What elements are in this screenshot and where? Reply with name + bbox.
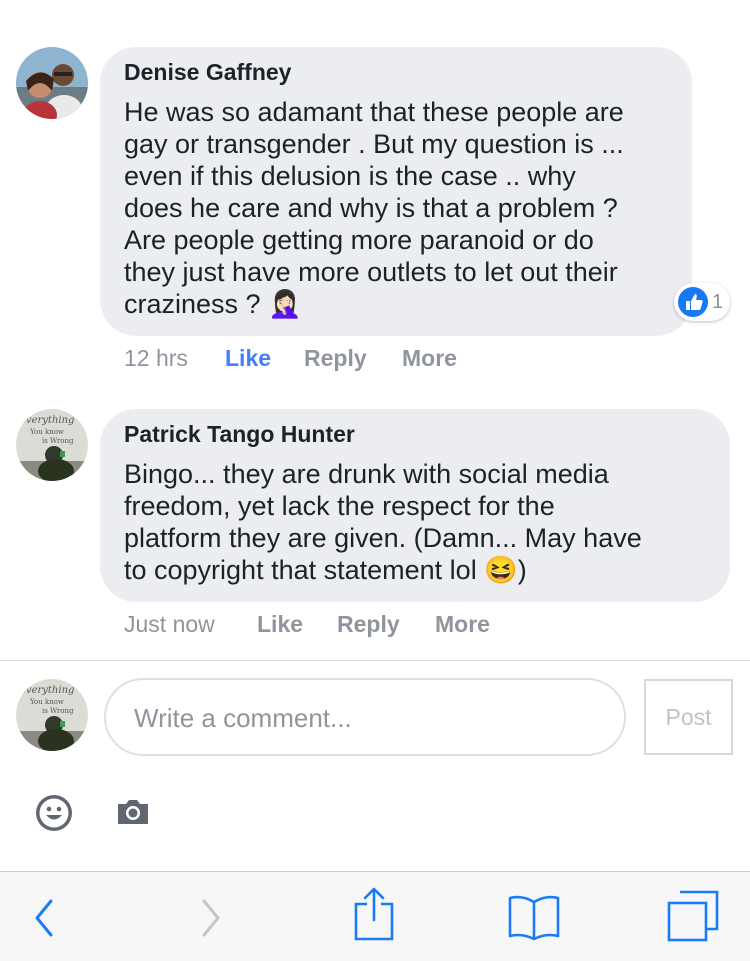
avatar-graffiti: You know bbox=[29, 698, 64, 706]
avatar-graffiti: is Wrong bbox=[42, 437, 74, 445]
comment-timestamp[interactable]: Just now bbox=[124, 611, 215, 638]
comment-line: they just have more outlets to let out t… bbox=[124, 257, 618, 287]
composer-avatar: everything You know is Wrong bbox=[16, 679, 88, 751]
comment-text: He was so adamant that these people are … bbox=[124, 96, 672, 320]
reaction-badge[interactable]: 1 bbox=[674, 283, 730, 321]
avatar-photo: everything You know is Wrong bbox=[16, 679, 88, 751]
thumbs-up-icon bbox=[678, 287, 708, 317]
comment-line: platform they are given. (Damn... May ha… bbox=[124, 523, 642, 553]
like-button[interactable]: Like bbox=[225, 345, 271, 372]
share-icon[interactable] bbox=[353, 886, 395, 942]
chevron-right-icon[interactable] bbox=[199, 898, 223, 938]
smiley-icon[interactable] bbox=[34, 793, 74, 833]
avatar-graffiti: You know bbox=[29, 428, 64, 436]
comment-line: does he care and why is that a problem ? bbox=[124, 193, 618, 223]
avatar-graffiti: everything bbox=[20, 685, 74, 696]
tabs-icon[interactable] bbox=[666, 889, 720, 943]
comment-author[interactable]: Patrick Tango Hunter bbox=[124, 421, 355, 448]
comment-line: gay or transgender . But my question is … bbox=[124, 129, 624, 159]
camera-icon[interactable] bbox=[115, 797, 151, 827]
avatar-graffiti: everything bbox=[20, 415, 74, 426]
comment-line: Bingo... they are drunk with social medi… bbox=[124, 459, 609, 489]
avatar-denise[interactable] bbox=[16, 47, 88, 119]
comment-input-box[interactable] bbox=[104, 678, 626, 756]
post-button[interactable]: Post bbox=[644, 679, 733, 755]
more-button[interactable]: More bbox=[435, 611, 490, 638]
comment-bubble: Denise Gaffney He was so adamant that th… bbox=[100, 47, 692, 336]
comment-line: to copyright that statement lol 😆) bbox=[124, 555, 527, 585]
reply-button[interactable]: Reply bbox=[304, 345, 367, 372]
comment-timestamp[interactable]: 12 hrs bbox=[124, 345, 188, 372]
comment-bubble: Patrick Tango Hunter Bingo... they are d… bbox=[100, 409, 730, 602]
reaction-count: 1 bbox=[712, 291, 724, 313]
comment-input[interactable] bbox=[132, 697, 596, 739]
comment-text: Bingo... they are drunk with social medi… bbox=[124, 458, 710, 586]
avatar-patrick[interactable]: everything You know is Wrong bbox=[16, 409, 88, 481]
comment-line: craziness ? 🤦🏻‍♀️ bbox=[124, 289, 302, 319]
chevron-left-icon[interactable] bbox=[32, 898, 56, 938]
comment-line: Are people getting more paranoid or do bbox=[124, 225, 594, 255]
more-button[interactable]: More bbox=[402, 345, 457, 372]
section-divider bbox=[0, 660, 750, 661]
book-icon[interactable] bbox=[507, 892, 561, 942]
comment-author[interactable]: Denise Gaffney bbox=[124, 59, 291, 86]
reply-button[interactable]: Reply bbox=[337, 611, 400, 638]
browser-toolbar bbox=[0, 871, 750, 961]
comment-line: freedom, yet lack the respect for the bbox=[124, 491, 555, 521]
comment-line: He was so adamant that these people are bbox=[124, 97, 624, 127]
like-button[interactable]: Like bbox=[257, 611, 303, 638]
avatar-photo: everything You know is Wrong bbox=[16, 409, 88, 481]
comment-line: even if this delusion is the case .. why bbox=[124, 161, 576, 191]
avatar-photo bbox=[16, 47, 88, 119]
avatar-graffiti: is Wrong bbox=[42, 707, 74, 715]
